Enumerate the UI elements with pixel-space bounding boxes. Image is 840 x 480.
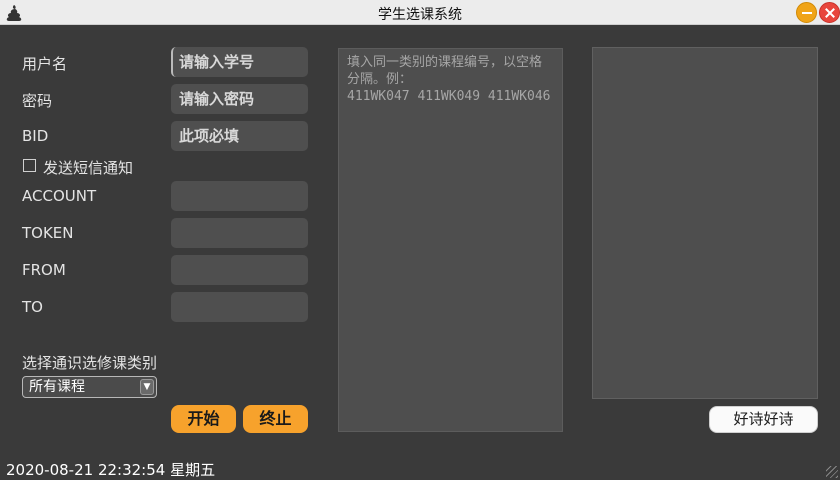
minimize-button[interactable] [796,2,817,23]
chevron-down-icon: ▼ [140,379,154,395]
poem-button[interactable]: 好诗好诗 [709,406,818,433]
output-panel [592,47,818,399]
category-selected-value: 所有课程 [29,379,85,395]
token-label: TOKEN [22,224,74,242]
token-input[interactable] [171,218,308,248]
password-input[interactable] [171,84,308,114]
start-button[interactable]: 开始 [171,405,236,433]
account-label: ACCOUNT [22,187,97,205]
course-code-input[interactable] [338,48,563,432]
from-input[interactable] [171,255,308,285]
to-label: TO [22,298,43,316]
resize-grip[interactable] [826,466,838,478]
status-datetime: 2020-08-21 22:32:54 星期五 [6,461,216,479]
bid-input[interactable] [171,121,308,151]
sms-label: 发送短信通知 [43,159,134,177]
username-label: 用户名 [22,55,68,73]
account-input[interactable] [171,181,308,211]
username-input[interactable] [171,47,308,77]
bid-label: BID [22,127,49,145]
close-button[interactable] [819,2,840,23]
from-label: FROM [22,261,66,279]
category-label: 选择通识选修课类别 [22,354,158,372]
category-select[interactable]: 所有课程 ▼ [22,376,157,398]
sms-checkbox[interactable] [23,159,36,172]
title-bar: 学生选课系统 [0,0,840,25]
stop-button[interactable]: 终止 [243,405,308,433]
password-label: 密码 [22,92,53,110]
to-input[interactable] [171,292,308,322]
window-title: 学生选课系统 [378,7,462,23]
